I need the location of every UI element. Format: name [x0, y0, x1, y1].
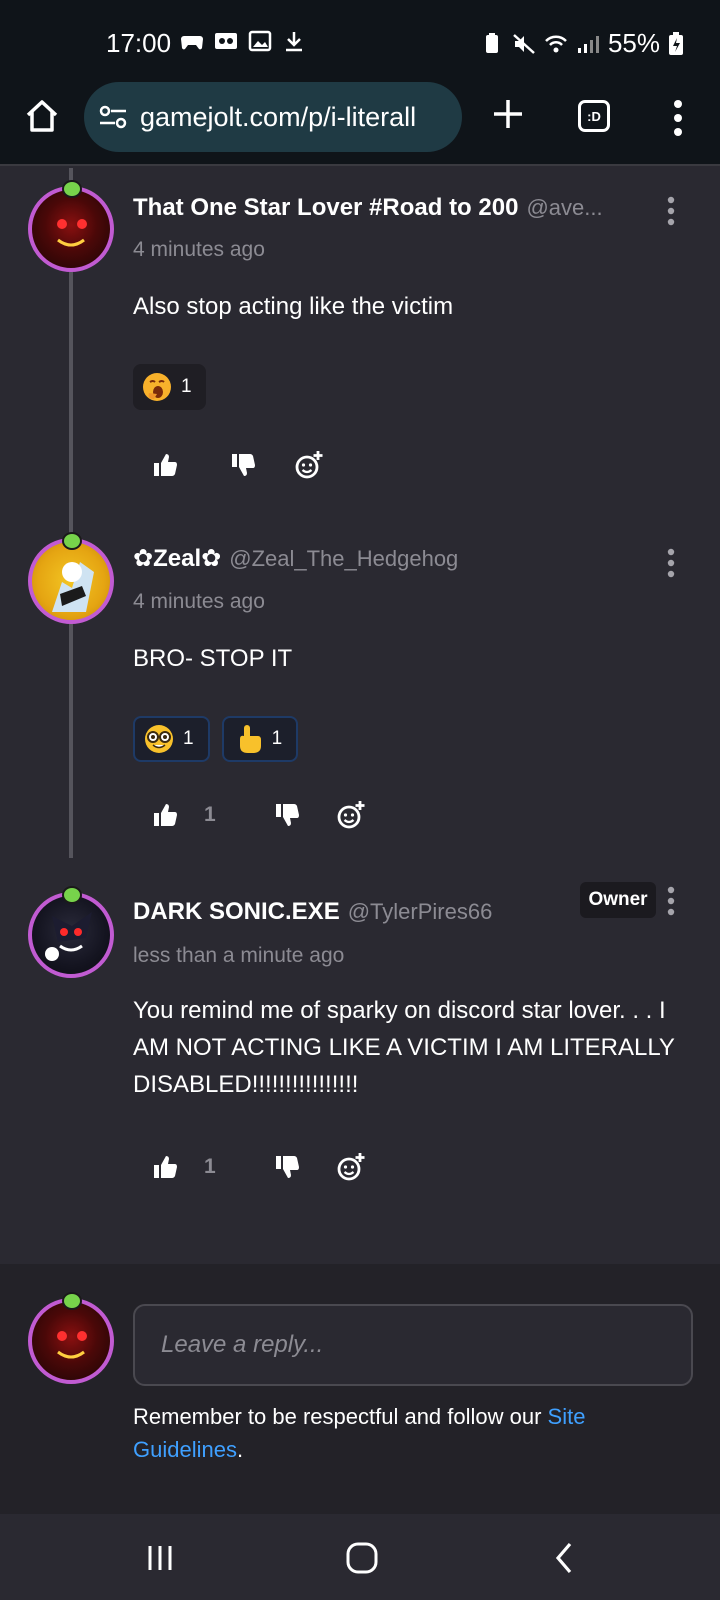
- comment-header: That One Star Lover #Road to 200 @ave...: [133, 194, 603, 222]
- comment: ✿Zeal✿ @Zeal_The_Hedgehog 4 minutes ago …: [0, 520, 720, 860]
- like-icon[interactable]: [150, 450, 180, 480]
- voicemail-icon: [215, 33, 237, 49]
- like-icon[interactable]: [150, 1152, 180, 1182]
- avatar-badge: [62, 1292, 82, 1310]
- comment-thread: That One Star Lover #Road to 200 @ave...…: [0, 168, 720, 1264]
- signal-icon: [577, 35, 599, 53]
- browser-toolbar: gamejolt.com/p/i-literall :D: [0, 80, 720, 166]
- url-text: gamejolt.com/p/i-literall: [140, 101, 417, 132]
- clock: 17:00: [106, 28, 172, 58]
- dislike-icon[interactable]: [272, 800, 302, 830]
- reply-composer: Leave a reply... Remember to be respectf…: [0, 1264, 720, 1514]
- reaction-count: 1: [183, 728, 194, 749]
- notification-icons: [180, 30, 306, 52]
- reaction-count: 1: [271, 728, 283, 749]
- comment-header: ✿Zeal✿ @Zeal_The_Hedgehog: [133, 544, 458, 573]
- comment-actions: [150, 450, 324, 480]
- guidelines-text: Remember to be respectful and follow our: [133, 1404, 548, 1429]
- avatar-image: [57, 219, 87, 247]
- gallery-icon: [248, 30, 272, 52]
- comment: That One Star Lover #Road to 200 @ave...…: [0, 168, 720, 508]
- status-bar: 17:00 55%: [0, 0, 720, 80]
- reactions: 1 1: [133, 716, 299, 762]
- battery-saver-icon: [485, 32, 498, 53]
- dislike-icon[interactable]: [228, 450, 258, 480]
- comment-body: Also stop acting like the victim: [133, 293, 454, 320]
- reaction-chip[interactable]: 1: [221, 716, 299, 762]
- avatar-image: [45, 912, 92, 961]
- comment-more-icon[interactable]: [664, 196, 678, 226]
- comment: DARK SONIC.EXE @TylerPires66 Owner less …: [0, 874, 720, 1264]
- avatar-image: [52, 562, 94, 612]
- reply-input[interactable]: Leave a reply...: [133, 1304, 693, 1386]
- dislike-icon[interactable]: [272, 1152, 302, 1182]
- pointing-finger-icon: [239, 725, 261, 753]
- reactions: 1: [133, 364, 206, 410]
- comment-time: 4 minutes ago: [133, 238, 265, 261]
- avatar-badge: [62, 180, 82, 198]
- add-reaction-icon[interactable]: [336, 800, 366, 830]
- comment-actions: 1: [150, 1152, 366, 1182]
- mute-icon: [513, 33, 535, 54]
- avatar-badge: [62, 886, 82, 904]
- wifi-icon: [545, 35, 567, 52]
- current-user-avatar: [28, 1298, 114, 1384]
- avatar[interactable]: [28, 538, 114, 624]
- comment-body: BRO- STOP IT: [133, 645, 293, 672]
- comment-actions: 1: [150, 800, 366, 830]
- home-nav-icon[interactable]: [342, 1538, 382, 1578]
- reaction-count: 1: [181, 376, 192, 397]
- author-handle[interactable]: @ave...: [526, 195, 602, 221]
- site-settings-icon[interactable]: [98, 104, 128, 130]
- comment-time: 4 minutes ago: [133, 590, 265, 613]
- author-name[interactable]: ✿Zeal✿: [133, 544, 221, 573]
- tab-switcher-button[interactable]: :D: [578, 100, 610, 132]
- author-name[interactable]: DARK SONIC.EXE: [133, 898, 340, 926]
- comment-more-icon[interactable]: [664, 886, 678, 916]
- more-menu-icon[interactable]: [670, 98, 686, 138]
- avatar[interactable]: [28, 186, 114, 272]
- avatar-image: [57, 1331, 87, 1359]
- home-icon[interactable]: [22, 96, 62, 136]
- like-count: 1: [204, 1155, 216, 1178]
- comment-more-icon[interactable]: [664, 548, 678, 578]
- guidelines-note: Remember to be respectful and follow our…: [133, 1400, 693, 1466]
- author-handle[interactable]: @Zeal_The_Hedgehog: [229, 546, 458, 572]
- comment-header: DARK SONIC.EXE @TylerPires66: [133, 898, 492, 926]
- address-bar[interactable]: gamejolt.com/p/i-literall: [84, 82, 462, 152]
- author-handle[interactable]: @TylerPires66: [348, 899, 493, 925]
- author-name[interactable]: That One Star Lover #Road to 200: [133, 194, 518, 222]
- owner-badge: Owner: [580, 882, 656, 918]
- download-icon: [286, 32, 302, 52]
- reaction-chip[interactable]: 1: [133, 716, 210, 762]
- add-reaction-icon[interactable]: [336, 1152, 366, 1182]
- new-tab-icon[interactable]: [488, 94, 528, 134]
- recent-apps-icon[interactable]: [140, 1538, 180, 1578]
- battery-charging-icon: [669, 31, 683, 55]
- add-reaction-icon[interactable]: [294, 450, 324, 480]
- avatar[interactable]: [28, 892, 114, 978]
- like-count: 1: [204, 803, 216, 826]
- system-nav-bar: [0, 1514, 720, 1600]
- battery-level: 55%: [607, 28, 660, 58]
- like-icon[interactable]: [150, 800, 180, 830]
- game-controller-icon: [181, 36, 203, 50]
- guidelines-end: .: [236, 1437, 244, 1462]
- status-right: 55%: [480, 28, 684, 59]
- avatar-badge: [62, 532, 82, 550]
- yawning-face-icon: [143, 373, 171, 401]
- nerd-face-icon: [145, 725, 173, 753]
- back-icon[interactable]: [546, 1538, 586, 1578]
- comment-body: You remind me of sparky on discord star …: [133, 997, 675, 1098]
- comment-time: less than a minute ago: [133, 944, 345, 967]
- reaction-chip[interactable]: 1: [133, 364, 206, 410]
